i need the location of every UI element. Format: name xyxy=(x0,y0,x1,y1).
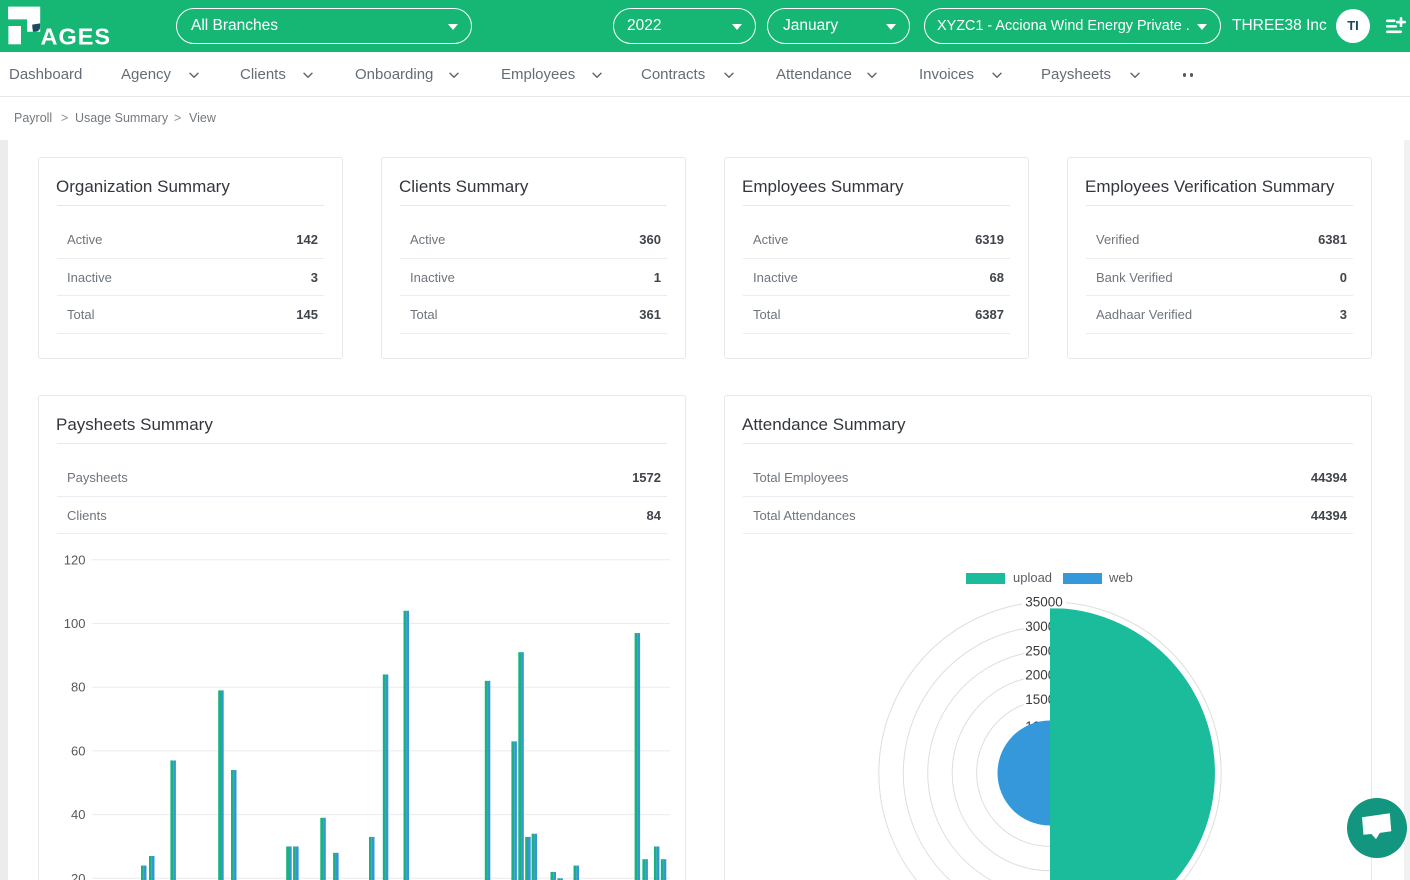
svg-text:20: 20 xyxy=(71,871,85,880)
svg-text:100: 100 xyxy=(64,616,86,631)
svg-text:80: 80 xyxy=(71,680,85,695)
svg-text:40: 40 xyxy=(71,807,85,822)
svg-text:35000: 35000 xyxy=(1025,594,1063,609)
svg-text:120: 120 xyxy=(64,552,86,567)
svg-text:AGES: AGES xyxy=(41,24,112,50)
svg-text:60: 60 xyxy=(71,743,85,758)
